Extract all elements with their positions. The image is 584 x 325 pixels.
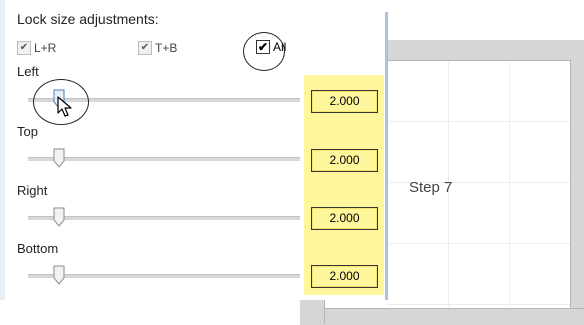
check-icon: ✔	[17, 41, 31, 55]
top-ruler	[388, 40, 584, 61]
slider-thumb-icon	[53, 207, 65, 227]
checkbox-lr[interactable]: ✔ L+R	[17, 41, 56, 55]
step-label: Step 7	[409, 179, 453, 196]
checkbox-lr-label: L+R	[34, 41, 57, 55]
slider-bottom-label: Bottom	[17, 241, 59, 256]
checkbox-tb-label: T+B	[155, 41, 178, 55]
slider-right-value-field[interactable]: 2.000	[311, 207, 378, 230]
slider-left-value-field[interactable]: 2.000	[311, 90, 378, 113]
cursor-arrow-icon	[57, 96, 72, 117]
slider-top-thumb[interactable]	[53, 148, 65, 168]
slider-bottom-track[interactable]	[28, 274, 300, 278]
slider-top-label: Top	[17, 124, 38, 139]
panel-heading: Lock size adjustments:	[17, 11, 159, 27]
slider-top-value-field[interactable]: 2.000	[311, 149, 378, 172]
check-icon: ✔	[138, 41, 152, 55]
slider-right-label: Right	[17, 183, 48, 198]
checkbox-tb[interactable]: ✔ T+B	[138, 41, 177, 55]
slider-bottom-value-field[interactable]: 2.000	[311, 265, 378, 288]
slider-thumb-icon	[53, 148, 65, 168]
slider-left-label: Left	[17, 64, 39, 79]
right-scrollbar[interactable]	[570, 60, 584, 324]
slider-right-track[interactable]	[28, 216, 300, 220]
ruler-corner	[300, 300, 325, 324]
slider-thumb-icon	[53, 265, 65, 285]
bottom-scrollbar[interactable]	[300, 308, 584, 325]
slider-right-thumb[interactable]	[53, 207, 65, 227]
slider-bottom-thumb[interactable]	[53, 265, 65, 285]
slider-top-track[interactable]	[28, 157, 300, 161]
panel-left-edge	[0, 0, 5, 300]
highlight-ring-all	[243, 32, 285, 71]
